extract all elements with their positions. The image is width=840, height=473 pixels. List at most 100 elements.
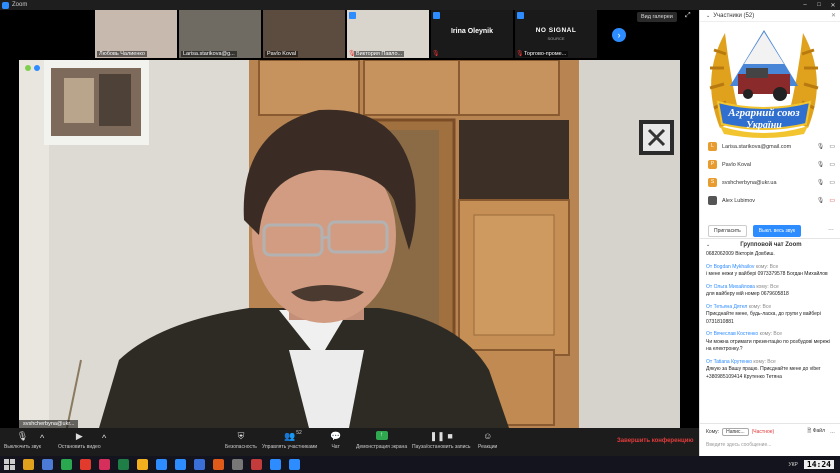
participant-row[interactable]: P Pavlo Koval 🎙 ▭ [700, 156, 840, 173]
mute-options-caret[interactable]: ^ [40, 432, 44, 444]
next-page-button[interactable]: › [612, 28, 626, 42]
participant-row[interactable]: S svshcherbyna@ukr.ua 🎙 ▭ [700, 174, 840, 191]
close-button[interactable]: ✕ [826, 2, 840, 9]
camera-icon[interactable]: ▭ [829, 143, 835, 150]
taskbar-app-icon[interactable] [118, 459, 129, 470]
chat-button[interactable]: 💬 Чат [330, 430, 341, 450]
muted-mic-icon: 🎙 [516, 51, 524, 57]
microphone-icon[interactable]: 🎙 [817, 161, 825, 168]
zoom-window: Zoom – □ ✕ Любовь Чалиенко Larisa.stariko… [0, 0, 840, 473]
logo-text-line2: України [746, 120, 782, 131]
chat-message: От Ольга Михайлова кому: Все для вайберу … [706, 284, 835, 299]
participants-icon: 👥 [284, 431, 296, 441]
thumbnail-name: Pavlo Koval [265, 51, 299, 57]
zoom-icon [2, 1, 9, 9]
logo-text-line1: Аграрний союз [727, 107, 800, 119]
taskbar-app-icon[interactable] [289, 459, 300, 470]
chat-header: ⌄ Групповой чат Zoom [700, 238, 840, 250]
microphone-icon[interactable]: 🎙 [817, 179, 825, 186]
window-controls: – □ ✕ [798, 2, 840, 9]
taskbar-app-icon[interactable] [194, 459, 205, 470]
participant-thumbnail[interactable]: Pavlo Koval [263, 10, 345, 58]
more-icon[interactable]: … [828, 226, 834, 232]
fullscreen-icon[interactable]: ⤢ [685, 12, 691, 20]
main-video-frame [19, 60, 680, 428]
taskbar-app-icon[interactable] [156, 459, 167, 470]
host-badge-icon [349, 12, 356, 19]
chat-message-text: Дякую за Вашу працю. Приєднайте мене до … [706, 366, 821, 380]
file-button[interactable]: 🗎 Файл [807, 428, 825, 436]
taskbar-app-icon[interactable] [270, 459, 281, 470]
recipient-select[interactable]: Напис... [722, 428, 749, 436]
taskbar-app-icon[interactable] [99, 459, 110, 470]
participants-button[interactable]: 👥 52 Управлять участниками [262, 430, 317, 450]
more-icon[interactable]: … [830, 429, 835, 435]
avatar: S [708, 178, 717, 187]
clock[interactable]: 14:24 [803, 460, 834, 469]
taskbar-app-icon[interactable] [23, 459, 34, 470]
taskbar-app-icon[interactable] [251, 459, 262, 470]
thumbnail-name: Любовь Чалиенко [97, 51, 147, 57]
minimize-button[interactable]: – [798, 2, 812, 9]
chat-input[interactable]: Введите здесь сообщение... [700, 440, 840, 450]
active-speaker-name: svshcherbyna@ukr... [19, 420, 79, 428]
taskbar-app-icon[interactable] [61, 459, 72, 470]
camera-icon[interactable]: ▭ [829, 161, 835, 168]
participant-thumbnail[interactable]: Larisa.starikova@g... [179, 10, 261, 58]
chat-message-text: і мене нежи у вайбері 0973379578 Богдан … [706, 271, 828, 277]
taskbar-app-icon[interactable] [175, 459, 186, 470]
chevron-down-icon[interactable]: ⌄ [706, 242, 710, 248]
camera-icon[interactable]: ▭ [829, 179, 835, 186]
share-screen-button[interactable]: ↑ Демонстрация экрана [356, 430, 407, 450]
taskbar-app-icon[interactable] [42, 459, 53, 470]
gallery-view-button[interactable]: Вид галереи [637, 12, 677, 22]
invite-button[interactable]: Пригласить [708, 225, 747, 237]
language-indicator[interactable]: УКР [788, 462, 797, 468]
participant-thumbnail[interactable]: NO SIGNAL SOURCE Торгово-проме... 🎙 [515, 10, 597, 58]
participant-thumbnail[interactable]: Irina Oleynik 🎙 [431, 10, 513, 58]
reactions-button[interactable]: ☺ Реакции [478, 430, 497, 450]
chat-message-sender: От Ольга Михайлова кому: Все [706, 283, 779, 290]
participant-name: Alex Lubimov [722, 197, 756, 204]
participant-thumbnail[interactable]: Любовь Чалиенко [95, 10, 177, 58]
chat-icon: 💬 [330, 431, 342, 441]
participant-thumbnail[interactable]: Виктория Павло... 🎙 [347, 10, 429, 58]
record-button[interactable]: ❚❚ ■ Пауза/остановить запись [412, 430, 471, 450]
taskbar-app-icon[interactable] [80, 459, 91, 470]
windows-start-icon[interactable] [4, 459, 15, 470]
participant-row[interactable]: L Larisa.starikova@gmail.com 🎙 ▭ [700, 138, 840, 155]
pause-stop-icon: ❚❚ ■ [429, 431, 453, 441]
share-screen-icon: ↑ [375, 431, 388, 440]
system-tray: УКР 14:24 [782, 460, 840, 469]
camera-icon: ▶ [75, 431, 83, 441]
end-meeting-button[interactable]: Завершить конференцию [617, 438, 694, 444]
taskbar-app-icon[interactable] [213, 459, 224, 470]
microphone-icon[interactable]: 🎙 [817, 197, 825, 204]
shield-icon: ⛨ [237, 431, 245, 441]
window-title: Zoom [12, 2, 28, 8]
taskbar-app-icon[interactable] [232, 459, 243, 470]
chat-message: От Bogdan Mykhailov кому: Все і мене нежи… [706, 264, 835, 279]
stop-video-button[interactable]: ▶ Остановить видео [58, 430, 101, 450]
mute-all-button[interactable]: Выкл. весь звук [752, 225, 802, 237]
chat-message-sender: От Тетьяна Дятел кому: Все [706, 303, 772, 310]
participants-actions: Пригласить Выкл. весь звук [708, 225, 802, 237]
microphone-icon[interactable]: 🎙 [817, 143, 825, 150]
mute-button[interactable]: 🎙 Выключить звук [4, 430, 41, 450]
chat-message-text: Приєднайте мене, будь-ласка, до групи у … [706, 311, 821, 325]
chat-recipient-row: Кому: Напис... (Частное) 🗎 Файл … [706, 428, 835, 436]
chat-message-sender: От Вячеслав Костенко кому: Все [706, 331, 782, 337]
recording-icon [34, 65, 40, 71]
video-options-caret[interactable]: ^ [102, 432, 106, 444]
chat-message: От Тетьяна Дятел кому: Все Приєднайте мен… [706, 304, 835, 327]
security-button[interactable]: ⛨ Безопасность [225, 430, 257, 450]
taskbar-app-icon[interactable] [137, 459, 148, 470]
participant-name: Larisa.starikova@gmail.com [722, 143, 792, 150]
camera-off-icon[interactable]: ▭ [829, 197, 835, 204]
chat-message-sender: От Bogdan Mykhailov кому: Все [706, 263, 779, 270]
participant-row[interactable]: Alex Lubimov 🎙 ▭ [700, 192, 840, 209]
maximize-button[interactable]: □ [812, 2, 826, 9]
close-icon[interactable]: ✕ [831, 12, 836, 19]
chat-message: От Tatiana Крутенко кому: Все Дякую за Ва… [706, 359, 835, 382]
meeting-toolbar: 🎙 Выключить звук ^ ▶ Остановить видео ^ … [0, 428, 699, 456]
